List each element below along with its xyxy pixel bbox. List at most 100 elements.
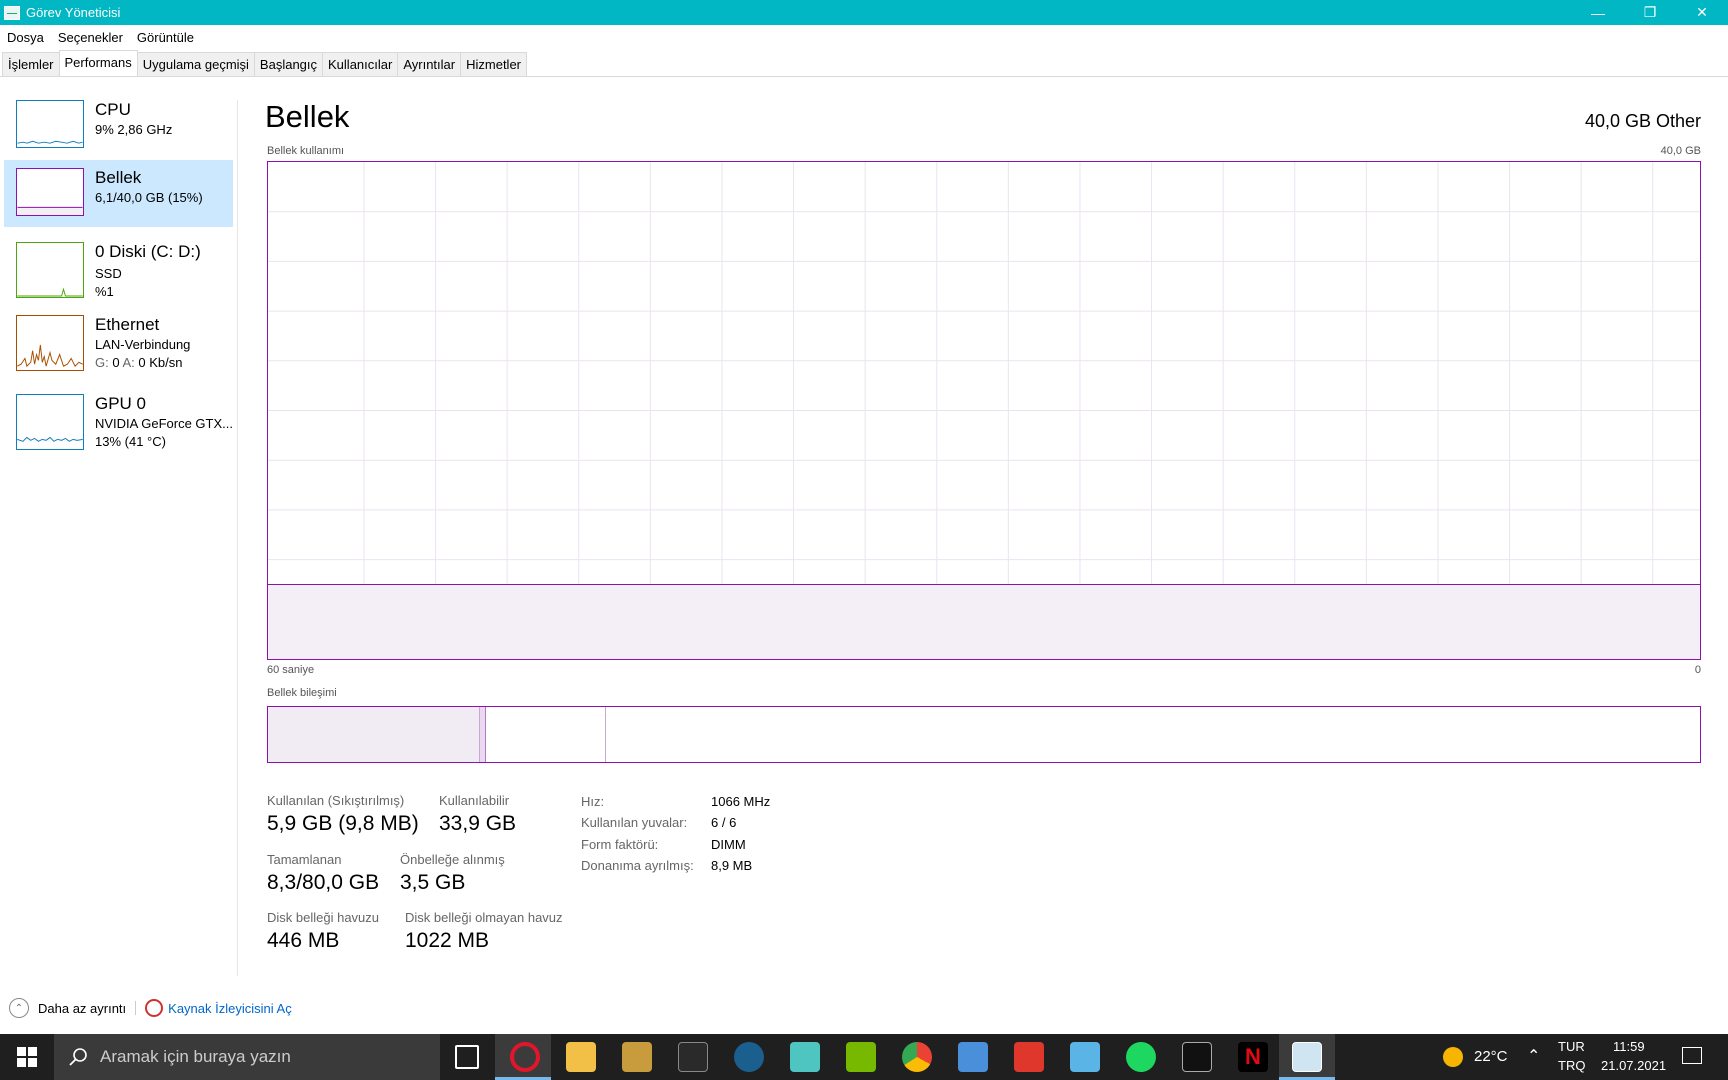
usage-graph-max: 40,0 GB	[1660, 145, 1701, 157]
task-manager-icon	[4, 5, 20, 20]
stat-available-label: Kullanılabilir	[439, 793, 510, 808]
menu-options[interactable]: Seçenekler	[51, 30, 130, 45]
title-bar: Görev Yöneticisi — ❐ ✕	[0, 0, 1728, 25]
sidebar-divider	[237, 100, 238, 976]
microsoft-store-icon[interactable]	[958, 1042, 988, 1072]
sidebar-item-disk[interactable]: 0 Diski (C: D:) SSD %1	[4, 228, 233, 304]
stat-in-use-label: Kullanılan (Sıkıştırılmış)	[267, 793, 405, 808]
tab-performance[interactable]: Performans	[58, 50, 138, 76]
memory-capacity: 40,0 GB Other	[1584, 111, 1701, 131]
memory-composition-bar	[267, 706, 1701, 763]
disk-thumbnail-graph	[16, 242, 84, 298]
start-button[interactable]	[0, 1034, 54, 1080]
league-of-legends-icon[interactable]	[622, 1042, 652, 1072]
tab-strip: İşlemler Performans Uygulama geçmişi Baş…	[2, 50, 528, 76]
sidebar-item-ethernet[interactable]: Ethernet LAN-Verbindung G: 0 A: 0 Kb/sn	[4, 305, 233, 383]
sidebar-item-gpu[interactable]: GPU 0 NVIDIA GeForce GTX... 13% (41 °C)	[4, 384, 233, 462]
sidebar-memory-name: Bellek	[95, 168, 142, 187]
tab-app-history[interactable]: Uygulama geçmişi	[136, 52, 255, 76]
stat-committed-label: Tamamlanan	[267, 852, 342, 867]
composition-standby	[485, 707, 606, 762]
taskbar-search[interactable]: Aramak için buraya yazın	[54, 1034, 440, 1080]
weather-icon[interactable]	[1443, 1047, 1463, 1067]
stat-cached-label: Önbelleğe alınmış	[400, 852, 505, 867]
stat-paged-pool: Disk belleği havuzu 446 MB	[267, 910, 379, 953]
restore-button[interactable]: ❐	[1624, 0, 1676, 25]
language-code[interactable]: TUR	[1558, 1039, 1585, 1054]
hw-speed-label: Hız:	[581, 794, 605, 809]
stat-committed-value: 8,3/80,0 GB	[267, 871, 380, 894]
window-controls: — ❐ ✕	[1572, 0, 1728, 25]
stat-cached-value: 3,5 GB	[400, 871, 466, 894]
composition-in-use	[268, 707, 480, 762]
sidebar-gpu-name: GPU 0	[95, 394, 147, 413]
ethernet-thumbnail-graph	[16, 315, 84, 371]
stat-in-use: Kullanılan (Sıkıştırılmış) 5,9 GB (9,8 M…	[267, 793, 419, 836]
opera-icon[interactable]	[510, 1042, 540, 1072]
page-title: Bellek	[265, 99, 350, 134]
fewer-details-link[interactable]: Daha az ayrıntı	[38, 1001, 126, 1016]
epic-games-icon[interactable]	[678, 1042, 708, 1072]
sidebar-item-memory[interactable]: Bellek 6,1/40,0 GB (15%)	[4, 160, 233, 227]
chrome-icon[interactable]	[902, 1042, 932, 1072]
task-manager-taskbar-icon[interactable]	[1292, 1042, 1322, 1072]
netflix-icon[interactable]: N	[1238, 1042, 1268, 1072]
hw-reserved-value: 8,9 MB	[711, 858, 753, 873]
tab-services[interactable]: Hizmetler	[460, 52, 528, 76]
sidebar-memory-detail: 6,1/40,0 GB (15%)	[95, 190, 203, 205]
ethernet-send-value: 0	[112, 355, 120, 370]
sidebar-ethernet-throughput: G: 0 A: 0 Kb/sn	[95, 355, 183, 370]
sidebar-disk-usage: %1	[95, 284, 114, 299]
tab-details[interactable]: Ayrıntılar	[397, 52, 462, 76]
file-explorer-icon[interactable]	[566, 1042, 596, 1072]
resource-sidebar: CPU 9% 2,86 GHz Bellek 6,1/40,0 GB (15%)…	[4, 92, 233, 463]
sidebar-disk-type: SSD	[95, 266, 122, 281]
chevron-up-icon[interactable]: ⌃	[9, 998, 29, 1018]
menu-file[interactable]: Dosya	[0, 30, 51, 45]
hw-slots-value: 6 / 6	[711, 815, 737, 830]
footer-separator	[135, 1001, 137, 1015]
stat-nonpaged-pool-value: 1022 MB	[405, 929, 490, 952]
spotify-icon[interactable]	[1126, 1042, 1156, 1072]
taskbar: Aramak için buraya yazın N 22°C ⌃ TUR TR…	[0, 1034, 1728, 1080]
nvidia-icon[interactable]	[846, 1042, 876, 1072]
open-resource-monitor-link[interactable]: Kaynak İzleyicisini Aç	[168, 1001, 292, 1016]
hw-slots-label: Kullanılan yuvalar:	[581, 815, 688, 830]
clock-date[interactable]: 21.07.2021	[1601, 1058, 1666, 1073]
valorant-icon[interactable]	[790, 1042, 820, 1072]
footer-bar: ⌃ Daha az ayrıntı Kaynak İzleyicisini Aç	[0, 996, 292, 1020]
chevron-up-tray-icon[interactable]: ⌃	[1527, 1046, 1540, 1066]
clock-time[interactable]: 11:59	[1613, 1039, 1645, 1054]
stat-committed: Tamamlanan 8,3/80,0 GB	[267, 852, 379, 895]
keyboard-layout[interactable]: TRQ	[1558, 1058, 1585, 1073]
red-app-icon[interactable]	[1014, 1042, 1044, 1072]
tab-processes[interactable]: İşlemler	[2, 52, 60, 76]
sidebar-disk-name: 0 Diski (C: D:)	[95, 242, 201, 261]
close-button[interactable]: ✕	[1676, 0, 1728, 25]
stat-paged-pool-label: Disk belleği havuzu	[267, 910, 380, 925]
ethernet-send-label: G:	[95, 355, 109, 370]
search-icon	[69, 1048, 87, 1066]
menu-bar: Dosya Seçenekler Görüntüle	[0, 26, 201, 48]
windows-logo-icon	[17, 1047, 37, 1067]
terminal-icon[interactable]	[1182, 1042, 1212, 1072]
memory-thumbnail-graph	[16, 168, 84, 216]
stat-in-use-value: 5,9 GB (9,8 MB)	[267, 812, 419, 835]
steam-icon[interactable]	[734, 1042, 764, 1072]
stat-nonpaged-pool: Disk belleği olmayan havuz 1022 MB	[405, 910, 563, 953]
hw-reserved-label: Donanıma ayrılmış:	[581, 858, 694, 873]
menu-view[interactable]: Görüntüle	[130, 30, 201, 45]
usage-graph-label: Bellek kullanımı	[267, 145, 345, 157]
blue-app-icon[interactable]	[1070, 1042, 1100, 1072]
sidebar-item-cpu[interactable]: CPU 9% 2,86 GHz	[4, 92, 233, 159]
weather-temperature[interactable]: 22°C	[1474, 1048, 1508, 1065]
sidebar-ethernet-adapter: LAN-Verbindung	[95, 337, 191, 352]
tab-startup[interactable]: Başlangıç	[253, 52, 324, 76]
search-placeholder: Aramak için buraya yazın	[100, 1047, 291, 1066]
sidebar-ethernet-name: Ethernet	[95, 315, 160, 334]
tab-users[interactable]: Kullanıcılar	[322, 52, 399, 76]
time-axis-end: 0	[1694, 664, 1701, 676]
task-view-icon[interactable]	[455, 1045, 479, 1069]
minimize-button[interactable]: —	[1572, 0, 1624, 25]
notifications-icon[interactable]	[1682, 1047, 1702, 1064]
